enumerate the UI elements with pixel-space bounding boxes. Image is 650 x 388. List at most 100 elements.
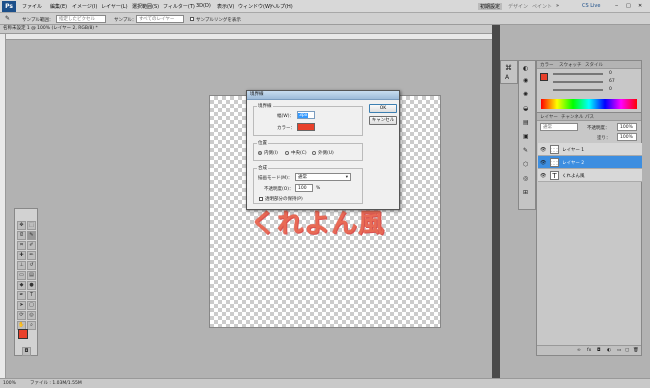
stroke-color-swatch[interactable] xyxy=(297,123,315,131)
character-panel-icon[interactable]: A xyxy=(505,74,509,81)
visibility-eye-icon[interactable]: 👁 xyxy=(540,173,546,179)
lasso-tool-icon[interactable]: ᘓ xyxy=(17,231,26,240)
visibility-eye-icon[interactable]: 👁 xyxy=(540,160,546,166)
history-brush-icon[interactable]: ↺ xyxy=(27,261,36,270)
trash-icon[interactable]: 🗑 xyxy=(633,348,639,353)
new-group-icon[interactable]: ▭ xyxy=(617,348,621,353)
tab-styles[interactable]: スタイル xyxy=(585,62,603,68)
marquee-tool-icon[interactable]: ⬚ xyxy=(27,221,36,230)
blend-mode-select[interactable]: 通常 xyxy=(540,123,578,131)
red-value[interactable]: 0 xyxy=(609,71,612,76)
healing-brush-icon[interactable]: ✚ xyxy=(17,251,26,260)
blue-value[interactable]: 0 xyxy=(609,87,612,92)
masks-icon[interactable]: ◉ xyxy=(523,77,528,84)
pen-tool-icon[interactable]: ✒ xyxy=(17,291,26,300)
animation-icon[interactable]: ◎ xyxy=(523,175,528,182)
3d-panel-icon[interactable]: ⬡ xyxy=(523,161,528,168)
blue-slider[interactable] xyxy=(553,89,603,91)
menu-help[interactable]: ヘルプ(H) xyxy=(270,3,293,10)
color-spectrum-ramp[interactable] xyxy=(541,99,637,109)
blur-tool-icon[interactable]: ◆ xyxy=(17,281,26,290)
opacity-field[interactable]: 100% xyxy=(617,123,637,131)
ok-button[interactable]: OK xyxy=(369,104,397,113)
add-mask-icon[interactable]: ◘ xyxy=(597,348,601,353)
menu-window[interactable]: ウィンドウ(W) xyxy=(238,3,272,10)
fx-icon[interactable]: fx xyxy=(587,348,591,353)
close-button[interactable]: ✕ xyxy=(638,3,642,9)
center-radio[interactable] xyxy=(285,151,289,155)
workspace-design-button[interactable]: デザイン xyxy=(508,3,528,10)
blend-mode-dropdown[interactable]: 通常 ▾ xyxy=(295,173,351,181)
crop-tool-icon[interactable]: ⌗ xyxy=(17,241,26,250)
quick-select-tool-icon[interactable]: ✎ xyxy=(27,231,36,240)
3d-rotate-icon[interactable]: ⟳ xyxy=(17,311,26,320)
workspace-more-button[interactable]: » xyxy=(556,3,559,9)
tab-paths[interactable]: パス xyxy=(585,114,594,120)
eyedropper-icon[interactable]: ✐ xyxy=(27,241,36,250)
history-panel-icon[interactable]: ⌘ xyxy=(505,64,512,72)
brush-tool-icon[interactable]: ✏ xyxy=(27,251,36,260)
layers-icon[interactable]: ▤ xyxy=(523,119,529,126)
width-input[interactable]: 3px xyxy=(297,111,315,119)
workspace-paint-button[interactable]: ペイント xyxy=(532,3,552,10)
layer-name: くれよん風 xyxy=(562,174,585,179)
eyedropper-tool-icon[interactable]: ✎ xyxy=(5,15,10,22)
tab-channels[interactable]: チャンネル xyxy=(561,114,583,120)
sample-layers-select[interactable]: すべてのレイヤー xyxy=(136,15,184,23)
green-slider[interactable] xyxy=(553,81,603,83)
tab-color[interactable]: カラー xyxy=(540,62,554,68)
new-layer-icon[interactable]: ▢ xyxy=(625,348,629,353)
path-select-icon[interactable]: ➤ xyxy=(17,301,26,310)
inside-radio[interactable] xyxy=(258,151,262,155)
minimize-button[interactable]: ‒ xyxy=(615,3,618,9)
cancel-button[interactable]: キャンセル xyxy=(369,116,397,125)
adjustments-icon[interactable]: ◐ xyxy=(523,65,528,72)
adjustment-layer-icon[interactable]: ◐ xyxy=(607,348,611,353)
quick-mask-icon[interactable]: ◘ xyxy=(22,347,31,356)
red-slider[interactable] xyxy=(553,73,603,75)
layer-row[interactable]: 👁 T くれよん風 xyxy=(538,169,642,182)
maximize-button[interactable]: □ xyxy=(626,3,631,9)
foreground-color-swatch[interactable] xyxy=(18,329,28,339)
gradient-tool-icon[interactable]: ▤ xyxy=(27,271,36,280)
menu-layer[interactable]: レイヤー(L) xyxy=(101,3,128,10)
layer-row-selected[interactable]: 👁 レイヤー 2 xyxy=(538,156,642,169)
menu-edit[interactable]: 編集(E) xyxy=(50,3,67,10)
menu-file[interactable]: ファイル xyxy=(22,3,42,10)
menu-image[interactable]: イメージ(I) xyxy=(72,3,97,10)
show-sampling-ring-checkbox[interactable] xyxy=(190,17,194,21)
menu-3d[interactable]: 3D(D) xyxy=(196,3,211,9)
dodge-tool-icon[interactable]: ● xyxy=(27,281,36,290)
zoom-tool-icon[interactable]: ⌕ xyxy=(27,321,36,330)
menu-filter[interactable]: フィルター(T) xyxy=(163,3,195,10)
cs-live-button[interactable]: CS Live xyxy=(582,3,600,9)
move-tool-icon[interactable]: ✥ xyxy=(17,221,26,230)
3d-camera-icon[interactable]: ◎ xyxy=(27,311,36,320)
tab-layers[interactable]: レイヤー xyxy=(540,114,558,120)
outside-radio[interactable] xyxy=(312,151,316,155)
layer-row[interactable]: 👁 レイヤー 1 xyxy=(538,143,642,156)
visibility-eye-icon[interactable]: 👁 xyxy=(540,147,546,153)
color-fg-swatch[interactable] xyxy=(540,73,548,81)
opacity-input[interactable]: 100 xyxy=(295,184,313,192)
shape-tool-icon[interactable]: ▢ xyxy=(27,301,36,310)
paths-icon[interactable]: ✎ xyxy=(523,147,528,154)
channels-icon[interactable]: ▣ xyxy=(523,133,529,140)
green-value[interactable]: 67 xyxy=(609,79,615,84)
preserve-transparency-checkbox[interactable] xyxy=(259,197,263,201)
tab-swatches[interactable]: スウォッチ xyxy=(559,62,582,68)
sample-range-select[interactable]: 指定したピクセル xyxy=(56,15,106,23)
clone-stamp-icon[interactable]: ⊥ xyxy=(17,261,26,270)
document-tab[interactable]: 名称未設定 1 @ 100% (レイヤー 2, RGB/8) * xyxy=(0,25,492,34)
link-layers-icon[interactable]: ∞ xyxy=(577,348,581,353)
brush-presets-icon[interactable]: ✺ xyxy=(523,91,528,98)
zoom-level[interactable]: 100% xyxy=(3,379,16,388)
clone-source-icon[interactable]: ◒ xyxy=(523,105,528,112)
navigator-icon[interactable]: ⊞ xyxy=(523,189,528,196)
workspace-essentials-button[interactable]: 初期設定 xyxy=(478,3,503,10)
menu-view[interactable]: 表示(V) xyxy=(217,3,234,10)
menu-select[interactable]: 選択範囲(S) xyxy=(132,3,159,10)
eraser-tool-icon[interactable]: ▭ xyxy=(17,271,26,280)
fill-field[interactable]: 100% xyxy=(617,133,637,141)
type-tool-icon[interactable]: T xyxy=(27,291,36,300)
